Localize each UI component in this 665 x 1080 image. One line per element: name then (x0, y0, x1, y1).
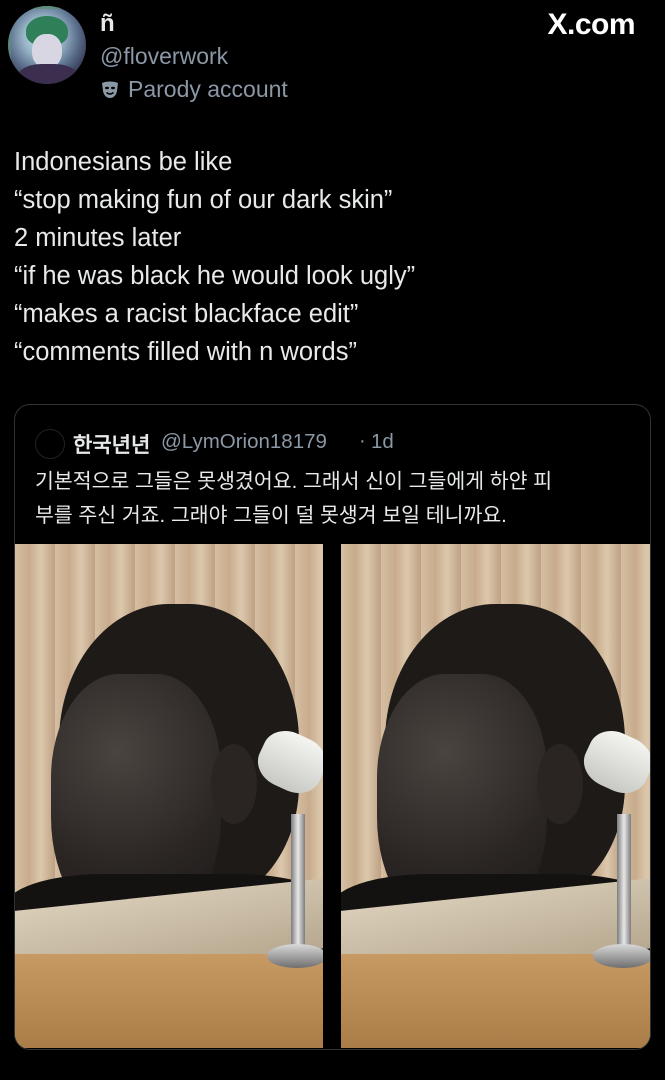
quoted-timestamp[interactable]: 1d (371, 430, 394, 454)
photo-mic-stand (291, 814, 305, 964)
quoted-line: 부를 주신 거죠. 그래야 그들이 덜 못생겨 보일 테니까요. (35, 504, 507, 527)
tweet-line: “stop making fun of our dark skin” (14, 186, 393, 214)
photo-mic-stand (617, 814, 631, 964)
parody-badge: Parody account (100, 76, 288, 103)
media-image-left[interactable] (15, 544, 323, 1048)
mask-icon (102, 81, 118, 98)
photo-mic-base (267, 944, 323, 968)
avatar-face (32, 34, 62, 68)
tweet-line: “comments filled with n words” (14, 338, 357, 366)
media-image-right[interactable] (341, 544, 650, 1048)
photo-ear (211, 744, 257, 824)
quoted-tweet-text: 기본적으로 그들은 못생겼어요. 그래서 신이 그들에게 하얀 피 부를 주신 … (35, 465, 635, 533)
site-watermark: X.com (547, 8, 635, 41)
quoted-author-name[interactable]: 한국년년 (73, 429, 150, 459)
quoted-tweet-card[interactable]: 한국년년 @LymOrion18179 · 1d 기본적으로 그들은 못생겼어요… (14, 404, 651, 1050)
tweet-line: Indonesians be like (14, 148, 233, 176)
tweet-line: “makes a racist blackface edit” (14, 300, 359, 328)
tweet-text: Indonesians be like “stop making fun of … (14, 143, 644, 371)
parody-badge-label: Parody account (128, 76, 288, 102)
quoted-separator: · (359, 430, 366, 452)
author-avatar[interactable] (8, 6, 86, 84)
tweet-line: “if he was black he would look ugly” (14, 262, 416, 290)
author-display-name[interactable]: ñ (100, 10, 115, 38)
tweet-line: 2 minutes later (14, 224, 182, 252)
quoted-author-avatar[interactable] (35, 429, 65, 459)
photo-table (341, 954, 650, 1048)
author-handle[interactable]: @floverwork (100, 43, 228, 70)
photo-mic-base (593, 944, 650, 968)
photo-table (15, 954, 323, 1048)
avatar-body (18, 64, 78, 84)
quoted-line: 기본적으로 그들은 못생겼어요. 그래서 신이 그들에게 하얀 피 (35, 470, 553, 493)
quoted-author-handle[interactable]: @LymOrion18179 (161, 430, 327, 454)
photo-ear (537, 744, 583, 824)
